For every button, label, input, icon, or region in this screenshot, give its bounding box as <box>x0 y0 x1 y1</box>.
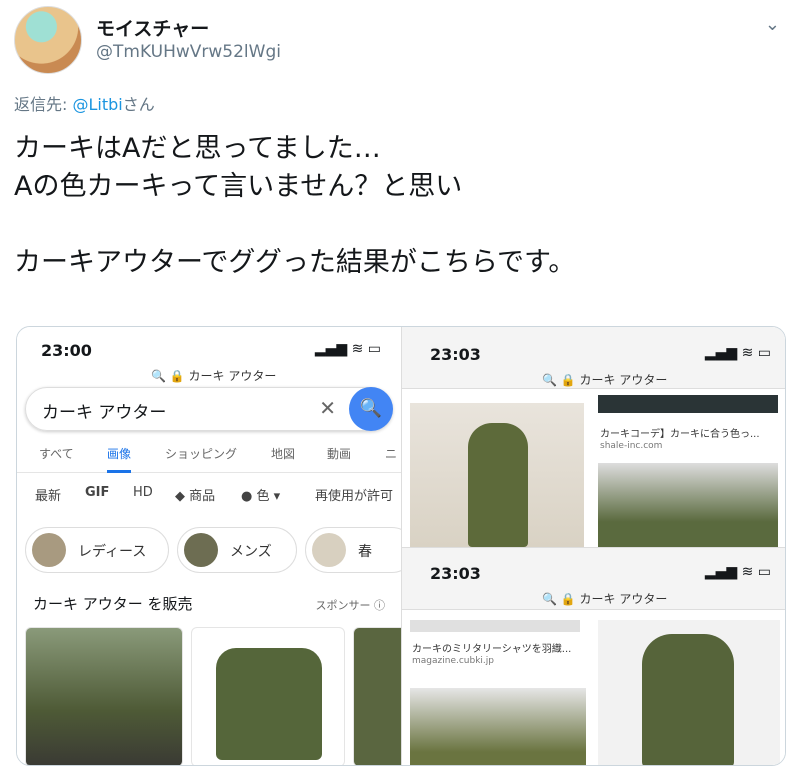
avatar[interactable] <box>14 6 82 74</box>
clear-icon: ✕ <box>319 396 336 420</box>
chevron-down-icon[interactable]: ⌄ <box>765 14 780 35</box>
status-icons: ▂▄▆ ≋ ▭ <box>704 345 771 361</box>
reply-mention-link[interactable]: @Litbi <box>72 95 122 114</box>
filter-color: ● 色 ▾ <box>241 489 281 504</box>
screenshot-google-search[interactable]: 23:00 ▂▄▆ ≋ ▭ 🔍 🔒 カーキ アウター カーキ アウター ✕ 🔍 … <box>17 327 401 765</box>
chip-label: 春 <box>358 544 372 560</box>
tab-all: すべて <box>39 447 74 461</box>
chip-thumbnail <box>32 533 66 567</box>
result-image-model <box>410 403 584 547</box>
coat-figure <box>468 423 528 547</box>
filter-recent: 最新 <box>35 489 62 504</box>
shop-title: カーキ アウター を販売 <box>33 595 193 613</box>
screenshot-image-results-1[interactable]: 23:03 ▂▄▆ ≋ ▭ 🔍 🔒 カーキ アウター カーキコーデ】カーキに合う… <box>401 327 785 547</box>
reply-to: 返信先: @Litbiさん <box>14 91 155 115</box>
tab-maps: 地図 <box>271 447 296 461</box>
result-source: shale-inc.com <box>600 441 663 451</box>
author-handle[interactable]: @TmKUHwVrw52lWgi <box>96 42 281 62</box>
result-image-model <box>410 688 586 765</box>
product-card-partial <box>353 627 401 765</box>
parka-figure <box>642 634 734 765</box>
reply-prefix: 返信先: <box>14 95 73 114</box>
chip-thumbnail <box>312 533 346 567</box>
chip-thumbnail <box>184 533 218 567</box>
tab-videos: 動画 <box>327 447 352 461</box>
search-tabs: すべて 画像 ショッピング 地図 動画 ニ <box>17 439 401 473</box>
result-image-strip <box>598 395 778 413</box>
status-time: 23:00 <box>41 341 92 360</box>
result-image-jacket <box>598 463 778 547</box>
chip-label: メンズ <box>230 544 272 560</box>
tab-news: ニ <box>385 447 398 461</box>
result-caption: カーキコーデ】カーキに合う色っ... <box>600 429 760 440</box>
filter-products: ◆ 商品 <box>175 489 216 504</box>
status-time: 23:03 <box>430 564 481 583</box>
address-bar: 🔍 🔒 カーキ アウター <box>542 373 668 387</box>
chip-ladies: レディース <box>25 527 169 573</box>
tab-shopping: ショッピング <box>165 447 238 461</box>
product-card-jacket <box>191 627 345 765</box>
status-icons: ▂▄▆ ≋ ▭ <box>704 564 771 580</box>
search-query: カーキ アウター <box>42 403 167 423</box>
tweet-text: カーキはAだと思ってました… Aの色カーキって言いません？と思い カーキアウター… <box>14 133 576 278</box>
sponsor-label: スポンサー ⓘ <box>315 599 386 612</box>
result-image-parka <box>598 620 780 765</box>
filter-hd: HD <box>133 485 153 500</box>
chip-label: レディース <box>78 544 147 560</box>
address-bar: 🔍 🔒 カーキ アウター <box>151 369 277 383</box>
product-card-photo <box>25 627 183 765</box>
chip-spring: 春 <box>305 527 401 573</box>
result-source: magazine.cubki.jp <box>412 656 494 666</box>
status-icons: ▂▄▆ ≋ ▭ <box>314 341 381 357</box>
status-time: 23:03 <box>430 345 481 364</box>
tab-images: 画像 <box>107 445 132 473</box>
author-name[interactable]: モイスチャー <box>96 14 209 41</box>
address-bar: 🔍 🔒 カーキ アウター <box>542 592 668 606</box>
result-caption: カーキのミリタリーシャツを羽織... <box>412 644 572 655</box>
jacket-image <box>216 648 322 760</box>
reply-suffix: さん <box>122 95 155 114</box>
tweet-media[interactable]: 23:00 ▂▄▆ ≋ ▭ 🔍 🔒 カーキ アウター カーキ アウター ✕ 🔍 … <box>16 326 786 766</box>
chip-mens: メンズ <box>177 527 297 573</box>
result-image-strip <box>410 620 580 632</box>
filter-gif: GIF <box>85 485 110 500</box>
search-button: 🔍 <box>349 387 393 431</box>
search-field[interactable]: カーキ アウター ✕ 🔍 <box>25 387 393 431</box>
filter-reuse: 再使用が許可 <box>315 489 394 504</box>
screenshot-image-results-2[interactable]: 23:03 ▂▄▆ ≋ ▭ 🔍 🔒 カーキ アウター カーキのミリタリーシャツを… <box>401 547 785 765</box>
